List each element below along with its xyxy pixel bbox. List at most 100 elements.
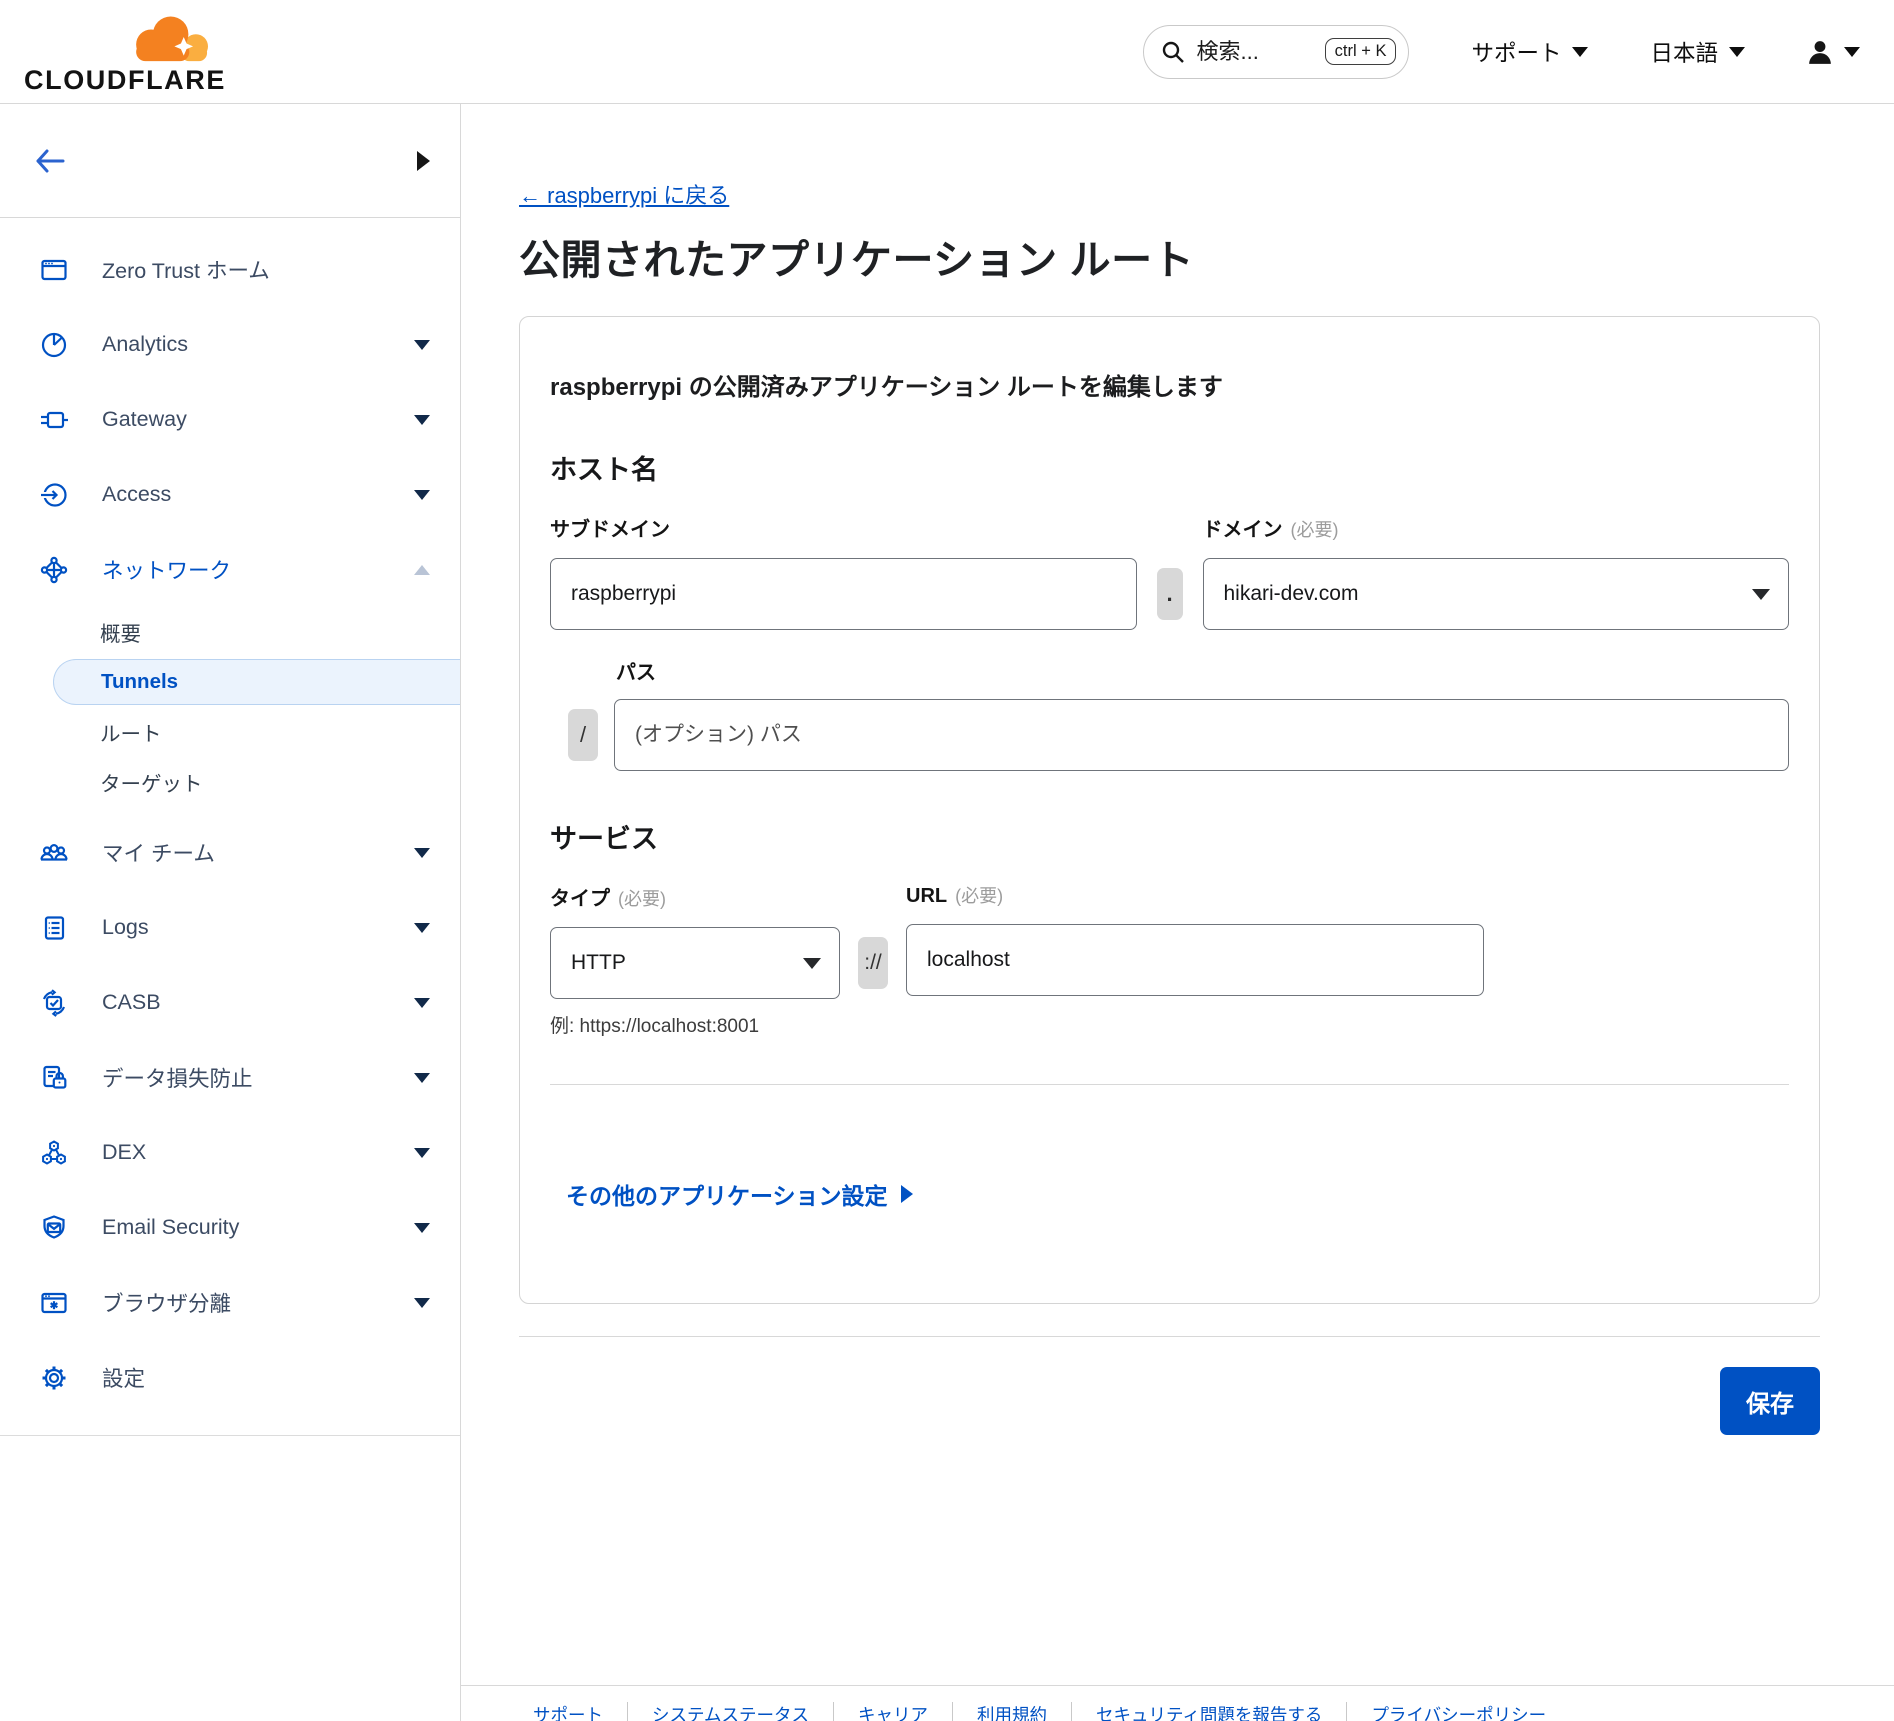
sidebar-item-overview[interactable]: 概要 (0, 607, 460, 657)
sidebar-item-email-security[interactable]: Email Security (0, 1190, 460, 1265)
sidebar-item-dlp[interactable]: データ損失防止 (0, 1040, 460, 1115)
document-lock-icon (38, 1062, 70, 1094)
dot-separator: . (1157, 568, 1183, 620)
sidebar-subitem-label: 概要 (100, 617, 141, 647)
domain-select[interactable]: hikari-dev.com (1203, 558, 1790, 630)
main-content: ← raspberrypi に戻る 公開されたアプリケーション ルート rasp… (461, 104, 1894, 1721)
sidebar-item-label: Zero Trust ホーム (102, 254, 270, 285)
type-label: タイプ(必要) (550, 882, 840, 911)
sidebar-item-routes[interactable]: ルート (0, 707, 460, 757)
gear-icon (38, 1362, 70, 1394)
sync-check-icon (38, 987, 70, 1019)
subdomain-input[interactable] (550, 558, 1137, 630)
global-search[interactable]: ctrl + K (1143, 25, 1409, 79)
cloudflare-logo[interactable]: CLOUDFLARE (24, 9, 224, 94)
sidebar-item-analytics[interactable]: Analytics (0, 307, 460, 382)
sidebar-subitem-label: ルート (100, 717, 162, 747)
footer-link-careers[interactable]: キャリア (858, 1702, 928, 1721)
language-menu[interactable]: 日本語 (1650, 36, 1745, 68)
sidebar-item-my-team[interactable]: マイ チーム (0, 815, 460, 890)
zero-trust-dashboard: CLOUDFLARE ctrl + K サポート 日本語 (0, 0, 1894, 1721)
collapse-sidebar-icon[interactable] (417, 151, 430, 171)
sidebar-item-label: CASB (102, 990, 161, 1015)
hostname-heading: ホスト名 (550, 448, 1789, 487)
domain-column: ドメイン(必要) hikari-dev.com (1203, 513, 1790, 630)
path-label: パス (550, 656, 1789, 685)
path-row: / (550, 699, 1789, 771)
sidebar-item-label: ネットワーク (102, 554, 231, 585)
save-row: 保存 (519, 1367, 1820, 1435)
url-label: URL (必要) (906, 882, 1484, 908)
domain-label-text: ドメイン (1203, 519, 1283, 541)
sidebar-item-targets[interactable]: ターゲット (0, 757, 460, 807)
gateway-icon (38, 404, 70, 436)
subdomain-column: サブドメイン (550, 513, 1137, 630)
keyboard-shortcut-badge: ctrl + K (1325, 38, 1397, 65)
service-row: タイプ(必要) HTTP 例: https://localhost:8001 :… (550, 882, 1789, 1038)
top-header: CLOUDFLARE ctrl + K サポート 日本語 (0, 0, 1894, 104)
sidebar-item-casb[interactable]: CASB (0, 965, 460, 1040)
path-input[interactable] (614, 699, 1789, 771)
footer-link-privacy-policy[interactable]: プライバシーポリシー (1371, 1702, 1546, 1721)
sidebar-item-tunnels[interactable]: Tunnels (53, 659, 460, 705)
scheme-separator: :// (858, 937, 888, 989)
chevron-down-icon (1752, 589, 1770, 600)
back-to-tunnel-link[interactable]: ← raspberrypi に戻る (519, 178, 729, 210)
back-arrow-icon[interactable] (34, 148, 66, 174)
card-subtitle: raspberrypi の公開済みアプリケーション ルートを編集します (550, 367, 1789, 402)
sidebar-item-access[interactable]: Access (0, 457, 460, 532)
cloudflare-wordmark: CLOUDFLARE (24, 67, 224, 94)
account-menu[interactable] (1807, 39, 1860, 65)
required-hint: (必要) (955, 886, 1003, 906)
chevron-down-icon (1572, 47, 1588, 57)
url-example-hint: 例: https://localhost:8001 (550, 1011, 840, 1038)
chevron-down-icon (414, 923, 430, 933)
sidebar-item-gateway[interactable]: Gateway (0, 382, 460, 457)
sidebar-item-label: Email Security (102, 1215, 239, 1240)
search-input[interactable] (1196, 39, 1314, 65)
browser-asterisk-icon (38, 1287, 70, 1319)
footer-link-report-security-issue[interactable]: セキュリティ問題を報告する (1096, 1702, 1322, 1721)
sidebar-item-settings[interactable]: 設定 (0, 1340, 460, 1415)
domain-select-value: hikari-dev.com (1224, 582, 1359, 606)
sidebar-item-browser-isolation[interactable]: ブラウザ分離 (0, 1265, 460, 1340)
user-icon (1807, 39, 1833, 65)
footer-link-terms[interactable]: 利用規約 (977, 1702, 1047, 1721)
sidebar: Zero Trust ホーム Analytics G (0, 104, 461, 1721)
network-subnav: 概要 Tunnels ルート ターゲット (0, 607, 460, 807)
team-icon (38, 837, 70, 869)
chevron-down-icon (414, 998, 430, 1008)
sidebar-item-label: データ損失防止 (102, 1062, 253, 1093)
footer-separator (627, 1702, 628, 1721)
support-menu[interactable]: サポート (1471, 36, 1588, 68)
window-icon (38, 254, 70, 286)
url-input[interactable] (906, 924, 1484, 996)
footer-link-support[interactable]: サポート (533, 1702, 603, 1721)
footer-separator (1071, 1702, 1072, 1721)
route-edit-card: raspberrypi の公開済みアプリケーション ルートを編集します ホスト名… (519, 316, 1820, 1304)
hostname-row: サブドメイン . ドメイン(必要) hikari-dev.com (550, 513, 1789, 630)
service-heading: サービス (550, 817, 1789, 856)
save-button[interactable]: 保存 (1720, 1367, 1820, 1435)
footer-link-system-status[interactable]: システムステータス (652, 1702, 809, 1721)
additional-settings-label: その他のアプリケーション設定 (566, 1177, 888, 1211)
subdomain-label: サブドメイン (550, 513, 1137, 542)
log-list-icon (38, 912, 70, 944)
chevron-down-icon (414, 1073, 430, 1083)
sidebar-item-label: Gateway (102, 407, 187, 432)
path-prefix: / (568, 709, 598, 761)
cloudflare-cloud-icon (118, 9, 214, 65)
url-label-text: URL (906, 885, 947, 907)
additional-settings-toggle[interactable]: その他のアプリケーション設定 (550, 1177, 913, 1211)
access-arrow-circle-icon (38, 479, 70, 511)
chevron-down-icon (414, 490, 430, 500)
sidebar-item-dex[interactable]: DEX (0, 1115, 460, 1190)
sidebar-item-network[interactable]: ネットワーク (0, 532, 460, 607)
sidebar-item-zero-trust-home[interactable]: Zero Trust ホーム (0, 232, 460, 307)
sidebar-item-label: DEX (102, 1140, 146, 1165)
sidebar-item-logs[interactable]: Logs (0, 890, 460, 965)
language-menu-label: 日本語 (1650, 36, 1718, 68)
network-graph-icon (38, 554, 70, 586)
type-select[interactable]: HTTP (550, 927, 840, 999)
chevron-down-icon (1729, 47, 1745, 57)
